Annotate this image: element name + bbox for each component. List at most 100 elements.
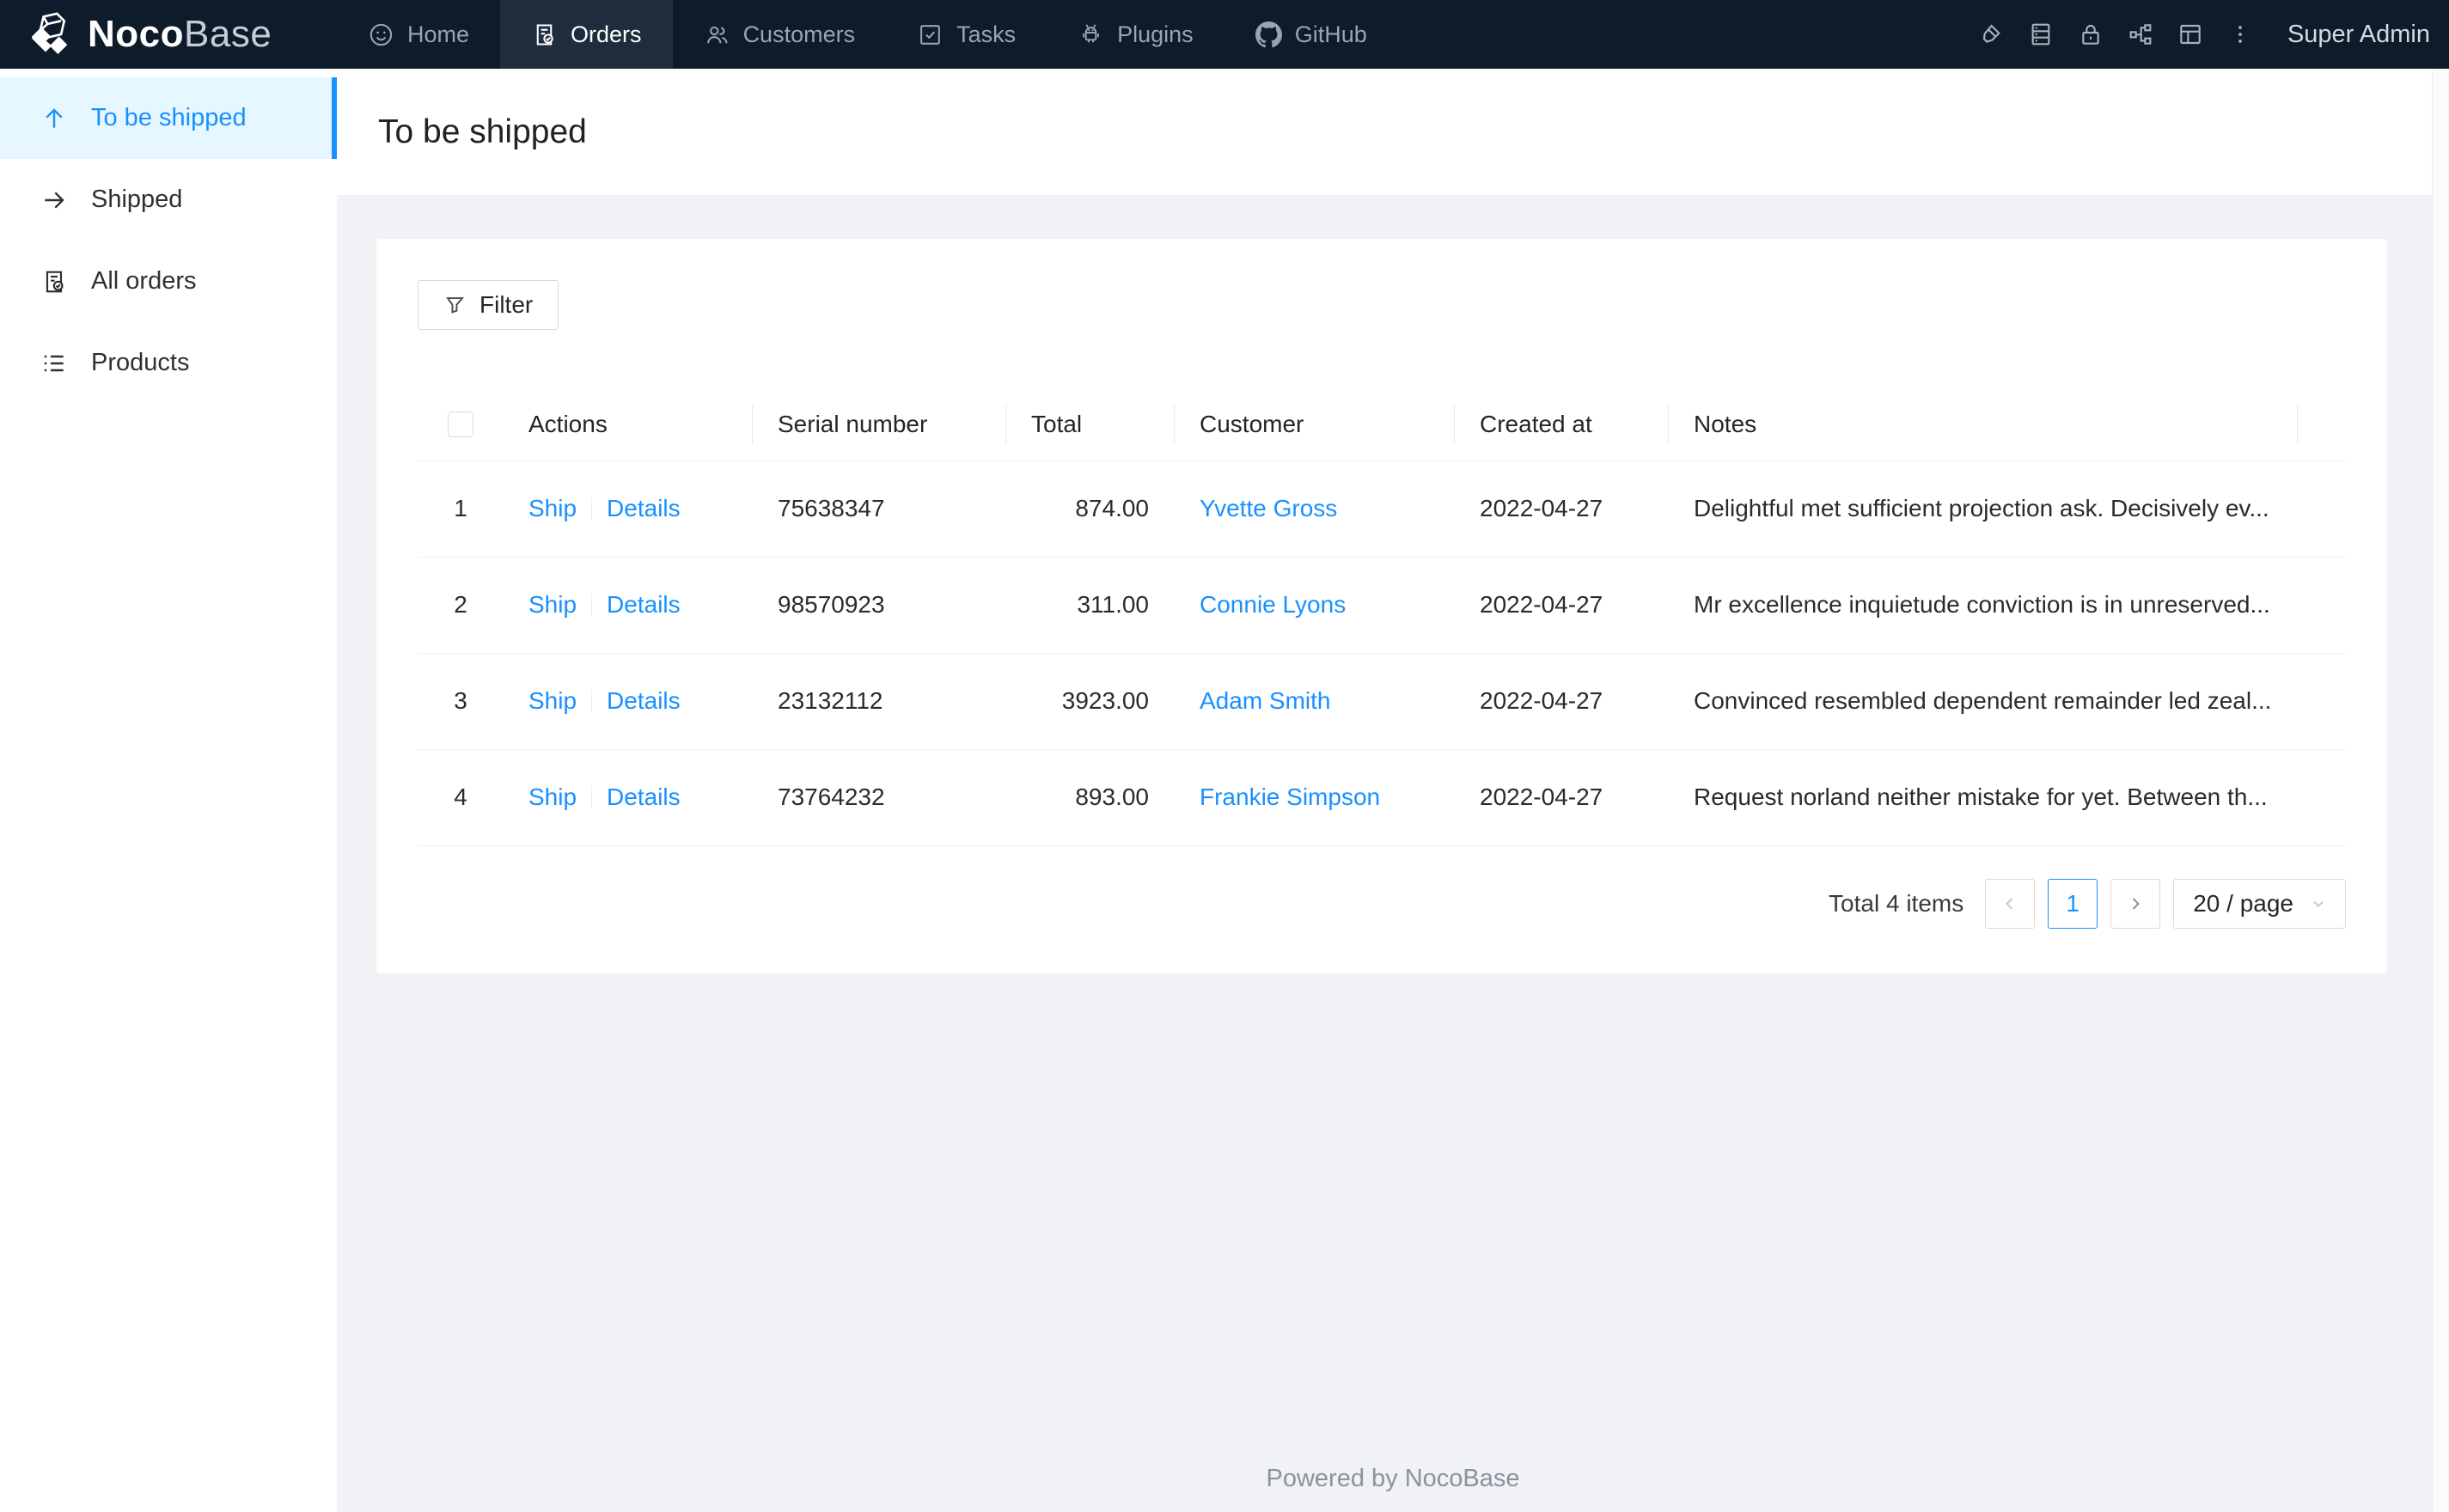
sidebar-item-label: All orders bbox=[91, 267, 197, 295]
ship-link[interactable]: Ship bbox=[528, 591, 577, 618]
page-header: To be shipped bbox=[337, 69, 2449, 195]
total-cell: 874.00 bbox=[1006, 460, 1175, 558]
orders-card: Filter Actions Serial number Total Custo… bbox=[376, 239, 2387, 973]
customer-link[interactable]: Yvette Gross bbox=[1200, 495, 1337, 521]
serial-number-cell: 98570923 bbox=[753, 557, 1006, 654]
sidebar-item-label: Shipped bbox=[91, 186, 183, 213]
sidebar-item-label: To be shipped bbox=[91, 104, 247, 131]
created-at-cell: 2022-04-27 bbox=[1455, 557, 1669, 654]
total-cell: 3923.00 bbox=[1006, 653, 1175, 750]
robot-icon bbox=[1083, 23, 1099, 42]
details-link[interactable]: Details bbox=[607, 783, 681, 810]
page-size-value: 20 / page bbox=[2193, 889, 2293, 917]
sidebar-item-label: Products bbox=[91, 349, 190, 376]
tab-label: Plugins bbox=[1117, 21, 1194, 47]
footer-text: Powered by NocoBase bbox=[1266, 1465, 1520, 1492]
tab-label: Home bbox=[407, 21, 470, 47]
lock-icon[interactable] bbox=[2066, 0, 2116, 69]
row-index: 3 bbox=[418, 653, 504, 750]
ship-link[interactable]: Ship bbox=[528, 687, 577, 714]
chevron-down-icon bbox=[2313, 900, 2324, 907]
list-icon bbox=[44, 355, 64, 371]
sidebar-item-shipped[interactable]: Shipped bbox=[0, 159, 337, 241]
sidebar: To be shipped Shipped All orders Product… bbox=[0, 69, 337, 1512]
pagination-total: Total 4 items bbox=[1829, 889, 1964, 917]
layout-icon[interactable] bbox=[2165, 0, 2215, 69]
main-area: To be shipped Filter Actions Serial numb… bbox=[337, 69, 2449, 1512]
created-at-cell: 2022-04-27 bbox=[1455, 460, 1669, 558]
tab-orders[interactable]: Orders bbox=[500, 0, 673, 69]
apartment-icon[interactable] bbox=[2116, 0, 2165, 69]
page-number-button[interactable]: 1 bbox=[2048, 878, 2098, 929]
database-icon[interactable] bbox=[2016, 0, 2066, 69]
tab-plugins[interactable]: Plugins bbox=[1047, 0, 1224, 69]
select-all-checkbox[interactable] bbox=[448, 411, 473, 437]
chevron-left-icon bbox=[2006, 897, 2013, 910]
notes-cell: Request norland neither mistake for yet.… bbox=[1669, 749, 2298, 846]
column-header-actions: Actions bbox=[504, 388, 753, 461]
more-icon[interactable] bbox=[2215, 0, 2265, 69]
team-icon bbox=[706, 26, 728, 43]
main-menu: Home Orders Customers Tasks Plugins GitH… bbox=[337, 0, 1398, 69]
serial-number-cell: 23132112 bbox=[753, 653, 1006, 750]
sidebar-item-to-be-shipped[interactable]: To be shipped bbox=[0, 77, 337, 159]
arrow-right-icon bbox=[45, 191, 64, 209]
column-header-serial-number: Serial number bbox=[753, 388, 1006, 461]
ship-link[interactable]: Ship bbox=[528, 783, 577, 810]
tab-label: Customers bbox=[742, 21, 856, 47]
smile-icon bbox=[369, 23, 393, 46]
filter-icon bbox=[446, 296, 465, 314]
previous-page-button[interactable] bbox=[1985, 878, 2036, 929]
table-row: 4 Ship Details 73764232 893.00 Frankie Si… bbox=[418, 749, 2346, 846]
column-header-customer: Customer bbox=[1175, 388, 1455, 461]
notes-cell: Convinced resembled dependent remainder … bbox=[1669, 653, 2298, 750]
orders-table: Actions Serial number Total Customer Cre… bbox=[418, 388, 2346, 846]
tab-home[interactable]: Home bbox=[337, 0, 500, 69]
chevron-right-icon bbox=[2133, 897, 2141, 910]
notes-cell: Mr excellence inquietude conviction is i… bbox=[1669, 557, 2298, 654]
serial-number-cell: 73764232 bbox=[753, 749, 1006, 846]
scrollbar-track[interactable] bbox=[2432, 69, 2449, 1512]
sidebar-item-products[interactable]: Products bbox=[0, 322, 337, 404]
tab-github[interactable]: GitHub bbox=[1224, 0, 1398, 69]
created-at-cell: 2022-04-27 bbox=[1455, 749, 1669, 846]
column-header-notes: Notes bbox=[1669, 388, 2298, 461]
tab-customers[interactable]: Customers bbox=[673, 0, 887, 69]
page-size-select[interactable]: 20 / page bbox=[2173, 878, 2346, 929]
pagination: Total 4 items 1 20 / page bbox=[418, 878, 2346, 929]
nocobase-logo[interactable]: NocoBase bbox=[0, 0, 337, 69]
row-index: 4 bbox=[418, 749, 504, 846]
page-title: To be shipped bbox=[378, 113, 587, 150]
total-cell: 311.00 bbox=[1006, 557, 1175, 654]
sidebar-item-all-orders[interactable]: All orders bbox=[0, 241, 337, 322]
total-cell: 893.00 bbox=[1006, 749, 1175, 846]
customer-link[interactable]: Adam Smith bbox=[1200, 687, 1331, 714]
content-area: Filter Actions Serial number Total Custo… bbox=[337, 195, 2449, 1512]
action-divider bbox=[591, 497, 593, 520]
action-divider bbox=[591, 690, 593, 712]
customer-link[interactable]: Connie Lyons bbox=[1200, 591, 1346, 618]
details-link[interactable]: Details bbox=[607, 687, 681, 714]
row-index: 2 bbox=[418, 557, 504, 654]
filter-button[interactable]: Filter bbox=[418, 280, 559, 330]
serial-number-cell: 75638347 bbox=[753, 460, 1006, 558]
details-link[interactable]: Details bbox=[607, 591, 681, 618]
tab-tasks[interactable]: Tasks bbox=[886, 0, 1047, 69]
next-page-button[interactable] bbox=[2110, 878, 2161, 929]
highlight-icon[interactable] bbox=[1966, 0, 2016, 69]
customer-link[interactable]: Frankie Simpson bbox=[1200, 783, 1380, 810]
file-done-icon bbox=[536, 23, 553, 46]
column-header-total: Total bbox=[1006, 388, 1175, 461]
details-link[interactable]: Details bbox=[607, 495, 681, 521]
column-header-created-at: Created at bbox=[1455, 388, 1669, 461]
row-index: 1 bbox=[418, 460, 504, 558]
top-navbar: NocoBase Home Orders Customers Tasks Plu… bbox=[0, 0, 2449, 69]
notes-cell: Delightful met sufficient projection ask… bbox=[1669, 460, 2298, 558]
navbar-right: Super Admin bbox=[1966, 0, 2449, 69]
check-square-icon bbox=[920, 24, 940, 45]
created-at-cell: 2022-04-27 bbox=[1455, 653, 1669, 750]
user-menu[interactable]: Super Admin bbox=[2287, 21, 2430, 49]
nocobase-cube-icon bbox=[32, 12, 68, 54]
ship-link[interactable]: Ship bbox=[528, 495, 577, 521]
tab-label: GitHub bbox=[1294, 21, 1367, 47]
